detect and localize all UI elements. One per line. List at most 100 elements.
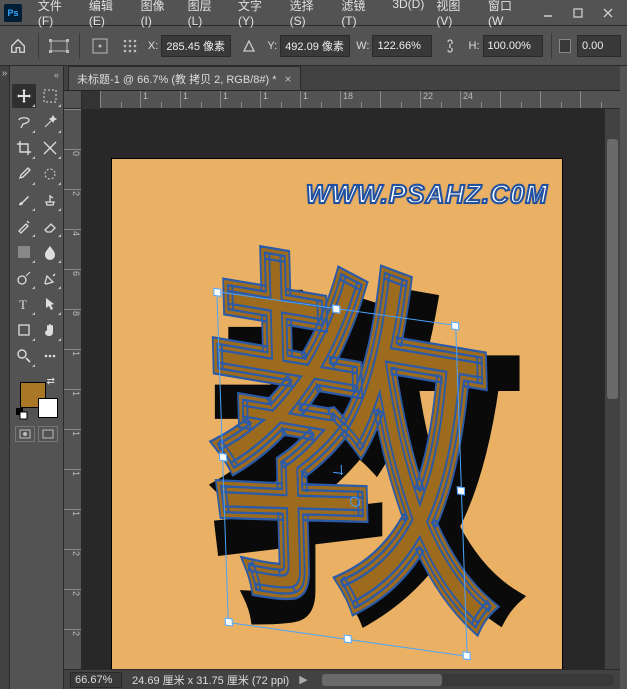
eraser-icon xyxy=(42,218,58,234)
tool-hand[interactable] xyxy=(38,318,62,342)
x-label: X: xyxy=(148,40,158,52)
angle-input[interactable] xyxy=(577,35,621,57)
tool-zoom[interactable] xyxy=(12,344,36,368)
interp-checkbox[interactable] xyxy=(559,39,571,53)
tool-eraser[interactable] xyxy=(38,214,62,238)
y-position-field: Y: xyxy=(267,35,350,57)
tool-edit-toolbar[interactable] xyxy=(38,344,62,368)
tab-close-button[interactable]: × xyxy=(285,72,292,86)
house-icon xyxy=(9,37,27,55)
bounding-box-icon xyxy=(49,39,69,53)
tool-eyedropper[interactable] xyxy=(12,162,36,186)
tools-panel: « T ⇄ xyxy=(10,66,64,689)
tool-dodge[interactable] xyxy=(12,266,36,290)
tool-grid: T xyxy=(12,84,61,368)
ruler-v-tick: 2 xyxy=(64,189,81,229)
tool-gradient[interactable] xyxy=(12,240,36,264)
tool-slice[interactable] xyxy=(38,136,62,160)
transform-mode-icon[interactable] xyxy=(47,32,71,60)
vscroll-thumb[interactable] xyxy=(607,139,618,399)
document-tab[interactable]: 未标题-1 @ 66.7% (教 拷贝 2, RGB/8#) * × xyxy=(68,66,300,90)
tool-marquee[interactable] xyxy=(38,84,62,108)
h-input[interactable] xyxy=(483,35,543,57)
menu-type[interactable]: 文字(Y) xyxy=(232,0,284,32)
background-color[interactable] xyxy=(38,398,58,418)
slice-icon xyxy=(42,140,58,156)
quick-mask-button[interactable] xyxy=(15,426,35,442)
menu-view[interactable]: 视图(V) xyxy=(430,0,482,32)
ref-point-grid-icon xyxy=(92,38,108,54)
canvas-viewport[interactable]: WWW.PSAHZ.C0M 教 教 xyxy=(82,109,604,669)
chevron-right-icon: » xyxy=(2,68,8,689)
hand-icon xyxy=(42,322,58,338)
tool-frame[interactable] xyxy=(38,162,62,186)
blur-icon xyxy=(43,244,57,260)
x-input[interactable] xyxy=(161,35,231,57)
ruler-vertical[interactable]: 0 2 4 6 8 1 1 1 1 1 2 2 2 xyxy=(64,109,82,669)
w-input[interactable] xyxy=(372,35,432,57)
main-menu: 文件(F) 编辑(E) 图像(I) 图层(L) 文字(Y) 选择(S) 滤镜(T… xyxy=(32,0,533,32)
menu-edit[interactable]: 编辑(E) xyxy=(83,0,135,32)
tool-pen[interactable] xyxy=(38,266,62,290)
status-zoom[interactable]: 66.67% xyxy=(70,672,122,688)
menu-image[interactable]: 图像(I) xyxy=(135,0,182,32)
right-dock-collapsed[interactable] xyxy=(620,66,627,689)
left-collapse-strip[interactable]: » xyxy=(0,66,10,689)
menu-select[interactable]: 选择(S) xyxy=(284,0,336,32)
hscroll-thumb[interactable] xyxy=(322,674,442,686)
vscroll-track[interactable] xyxy=(605,109,620,669)
status-menu-arrow[interactable]: ▶ xyxy=(299,673,307,686)
tool-lasso[interactable] xyxy=(12,110,36,134)
home-icon[interactable] xyxy=(6,32,30,60)
glyph-brown[interactable]: 教 xyxy=(203,240,501,658)
ruler-h-tick: 18 xyxy=(343,91,353,101)
menu-file[interactable]: 文件(F) xyxy=(32,0,83,32)
ruler-corner xyxy=(64,91,82,109)
tool-brush[interactable] xyxy=(12,188,36,212)
tool-magic-wand[interactable] xyxy=(38,110,62,134)
tool-crop[interactable] xyxy=(12,136,36,160)
tool-blur[interactable] xyxy=(38,240,62,264)
reference-point-icon[interactable] xyxy=(88,32,112,60)
tool-shape[interactable] xyxy=(12,318,36,342)
menu-filter[interactable]: 滤镜(T) xyxy=(335,0,386,32)
horizontal-scrollbar[interactable] xyxy=(322,674,614,686)
ruler-v-tick xyxy=(64,109,81,149)
ruler-horizontal[interactable]: 1 1 1 1 1 18 22 24 xyxy=(100,91,620,109)
xy-swap-icon[interactable] xyxy=(237,32,261,60)
tool-move[interactable] xyxy=(12,84,36,108)
menu-3d[interactable]: 3D(D) xyxy=(386,0,430,32)
tool-path-select[interactable] xyxy=(38,292,62,316)
ruler-v-tick: 1 xyxy=(64,389,81,429)
tool-type[interactable]: T xyxy=(12,292,36,316)
tools-collapse[interactable]: « xyxy=(12,70,61,80)
rectangle-icon xyxy=(17,323,31,337)
ruler-v-tick: 1 xyxy=(64,349,81,389)
reference-point-selector[interactable] xyxy=(118,32,142,60)
artboard[interactable]: WWW.PSAHZ.C0M 教 教 xyxy=(112,159,562,669)
menu-layer[interactable]: 图层(L) xyxy=(182,0,232,32)
menu-window[interactable]: 窗口(W xyxy=(482,0,533,32)
swap-colors-icon[interactable]: ⇄ xyxy=(47,376,55,387)
tool-clone[interactable] xyxy=(38,188,62,212)
y-input[interactable] xyxy=(280,35,350,57)
screen-mode-row xyxy=(12,426,61,442)
minimize-icon xyxy=(543,8,553,18)
window-minimize-button[interactable] xyxy=(533,2,563,24)
ruler-v-tick: 1 xyxy=(64,469,81,509)
ruler-h-tick: 1 xyxy=(303,91,308,101)
tool-history-brush[interactable] xyxy=(12,214,36,238)
h-label: H: xyxy=(469,40,480,52)
width-field: W: xyxy=(356,35,432,57)
default-colors-icon[interactable] xyxy=(16,408,28,420)
screen-mode-button[interactable] xyxy=(38,426,58,442)
quick-mask-icon xyxy=(19,429,31,439)
aspect-lock-icon[interactable] xyxy=(438,32,462,60)
window-close-button[interactable] xyxy=(593,2,623,24)
vertical-scrollbar[interactable] xyxy=(604,109,620,669)
svg-text:T: T xyxy=(19,297,27,311)
document-main: 0 2 4 6 8 1 1 1 1 1 2 2 2 WWW.PSAHZ.C0M … xyxy=(64,109,620,669)
window-maximize-button[interactable] xyxy=(563,2,593,24)
app-logo: Ps xyxy=(4,4,22,22)
history-brush-icon xyxy=(16,218,32,234)
